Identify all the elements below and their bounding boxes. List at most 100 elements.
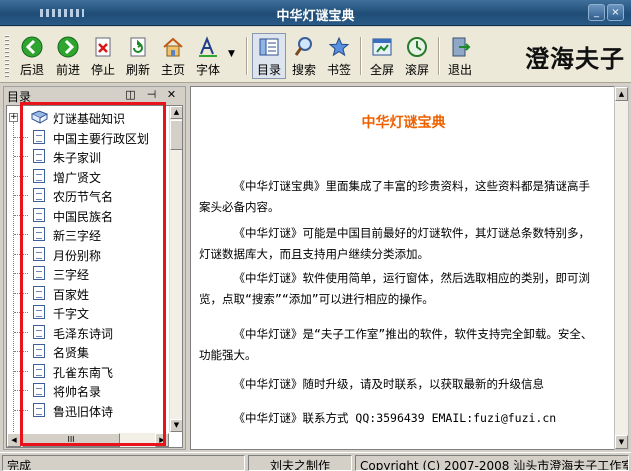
tree-item-label: 朱子家训	[53, 151, 102, 165]
tree-item[interactable]: 月份别称	[7, 245, 167, 264]
tree-item-label: 名贤集	[53, 346, 90, 360]
back-button[interactable]: 后退	[14, 33, 50, 79]
document-icon	[33, 227, 45, 241]
content-scroll-down-arrow-icon[interactable]: ▼	[615, 435, 628, 449]
tree-item[interactable]: 百家姓	[7, 284, 167, 303]
refresh-button[interactable]: 刷新	[121, 33, 155, 79]
bookmark-label: 书签	[326, 63, 351, 77]
exit-label: 退出	[447, 63, 472, 77]
search-label: 搜索	[291, 63, 316, 77]
document-icon	[33, 305, 45, 319]
brand-logo: 澄海夫子	[525, 44, 625, 73]
tree-item[interactable]: 中国民族名	[7, 206, 167, 225]
panel-close-icon[interactable]: ✕	[165, 88, 178, 101]
title-bar[interactable]: 中华灯谜宝典 _ ×	[0, 0, 631, 26]
tree-item[interactable]: 新三字经	[7, 225, 167, 244]
tree-item-label: 月份别称	[53, 248, 102, 263]
font-dropdown-arrow-icon[interactable]: ▼	[228, 49, 235, 59]
document-icon	[33, 149, 45, 163]
content-paragraph: 《中华灯谜》随时升级，请及时联系，以获取最新的升级信息	[233, 377, 545, 391]
content-paragraph: 《中华灯谜》软件使用简单，运行窗体，然后选取相应的类别，即可浏览，点取“搜索”“…	[199, 271, 590, 306]
scroll-up-arrow-icon[interactable]: ▲	[170, 106, 182, 119]
document-icon	[33, 363, 45, 378]
content-title: 中华灯谜宝典	[361, 115, 446, 131]
document-icon	[33, 344, 45, 358]
scroll-thumb[interactable]	[170, 120, 182, 150]
font-button[interactable]: 字体	[190, 33, 226, 79]
panel-header: 目录 ◫ ⊣ ✕	[4, 87, 185, 104]
tree-item[interactable]: 增广贤文	[7, 167, 167, 186]
tree-item-label: 千字文	[53, 307, 90, 321]
tree-item-label: 新三字经	[53, 229, 102, 243]
bookmark-star-icon	[328, 36, 350, 57]
document-icon	[33, 285, 45, 300]
tree-item[interactable]: 千字文	[7, 303, 167, 322]
tree-item[interactable]: 朱子家训	[7, 147, 167, 166]
tree-item[interactable]: 孔雀东南飞	[7, 362, 167, 381]
window-title: 中华灯谜宝典	[276, 9, 355, 24]
status-copyright: Copyright (C) 2007-2008 汕头市澄海夫子工作室	[355, 455, 629, 471]
bookmark-button[interactable]: 书签	[322, 33, 356, 79]
refresh-label: 刷新	[125, 63, 150, 77]
forward-label: 前进	[55, 63, 80, 77]
tree-item[interactable]: 三字经	[7, 264, 167, 283]
forward-button[interactable]: 前进	[50, 33, 86, 79]
tree-item[interactable]: 将帅名录	[7, 381, 167, 400]
tree-item[interactable]: 中国主要行政区划	[7, 128, 167, 147]
toolbar-separator	[438, 37, 440, 75]
content-paragraph: 《中华灯谜宝典》里面集成了丰富的珍贵资料，这些资料都是猜谜高手案头必备内容。	[199, 179, 590, 214]
back-label: 后退	[19, 63, 44, 77]
document-icon	[33, 207, 45, 222]
tree-item-label: 百家姓	[53, 287, 90, 302]
tree-vertical-scrollbar[interactable]: ▲ ▼	[169, 106, 182, 432]
panel-dock-icon[interactable]: ◫	[124, 88, 137, 101]
content-scroll-up-arrow-icon[interactable]: ▲	[615, 87, 628, 101]
scroll-h-thumb[interactable]: III	[22, 433, 120, 447]
stop-button[interactable]: 停止	[86, 33, 120, 79]
scroll-down-arrow-icon[interactable]: ▼	[170, 419, 182, 432]
scroll-right-arrow-icon[interactable]: ▶	[155, 433, 169, 447]
panel-pin-icon[interactable]: ⊣	[145, 88, 158, 101]
content-vertical-scrollbar[interactable]: ▲ ▼	[614, 86, 629, 450]
fullscreen-label: 全屏	[369, 63, 394, 77]
toolbar-grip-icon[interactable]	[5, 35, 9, 77]
stop-icon	[95, 37, 111, 57]
minimize-button[interactable]: _	[588, 4, 605, 21]
tree-item-label: 将帅名录	[53, 385, 102, 399]
content-pane: 中华灯谜宝典 《中华灯谜宝典》里面集成了丰富的珍贵资料，这些资料都是猜谜高手案头…	[190, 86, 615, 450]
scroll-left-arrow-icon[interactable]: ◀	[7, 433, 21, 447]
search-button[interactable]: 搜索	[287, 33, 321, 79]
expand-icon[interactable]: +	[9, 113, 18, 122]
scroll-button[interactable]: 滚屏	[400, 33, 434, 79]
fullscreen-button[interactable]: 全屏	[365, 33, 399, 79]
scroll-icon	[407, 37, 427, 57]
tree-horizontal-scrollbar[interactable]: ◀ III ▶	[7, 433, 169, 447]
tree-item[interactable]: 名贤集	[7, 342, 167, 361]
contents-label: 目录	[256, 63, 281, 77]
exit-button[interactable]: 退出	[443, 33, 477, 79]
fullscreen-icon	[372, 38, 392, 56]
forward-arrow-icon	[57, 36, 79, 58]
document-icon	[33, 129, 45, 144]
book-icon	[31, 110, 48, 124]
scroll-label: 滚屏	[404, 63, 429, 77]
content-paragraph: 《中华灯谜》联系方式 QQ:3596439 EMAIL:fuzi@fuzi.cn	[233, 411, 557, 425]
font-icon	[199, 36, 217, 57]
close-button[interactable]: ×	[607, 4, 624, 21]
contents-tree[interactable]: + 灯谜基础知识 中国主要行政区划朱子家训增广贤文农历节气名中国民族名新三字经月份别…	[6, 105, 183, 448]
tree-item-label: 中国民族名	[53, 209, 114, 224]
tree-item-label: 农历节气名	[53, 190, 114, 204]
tree-folder-item[interactable]: + 灯谜基础知识	[7, 108, 167, 127]
tree-item[interactable]: 毛泽东诗词	[7, 323, 167, 342]
tree-item-label: 鲁迅旧体诗	[53, 404, 114, 419]
status-text: 完成	[2, 455, 245, 471]
document-icon	[33, 188, 45, 202]
contents-button[interactable]: 目录	[252, 33, 286, 79]
app-window: 中华灯谜宝典 _ × 后退 前进 停止 刷新 主页 字体 ▼ 目录 搜索 书签 …	[0, 0, 631, 471]
tree-item[interactable]: 鲁迅旧体诗	[7, 401, 167, 420]
tree-item[interactable]: 农历节气名	[7, 186, 167, 205]
document-icon	[33, 383, 45, 397]
toolbar: 后退 前进 停止 刷新 主页 字体 ▼ 目录 搜索 书签 全屏 滚屏 退出 澄海…	[0, 27, 631, 83]
contents-icon	[259, 38, 279, 56]
home-button[interactable]: 主页	[156, 33, 190, 79]
